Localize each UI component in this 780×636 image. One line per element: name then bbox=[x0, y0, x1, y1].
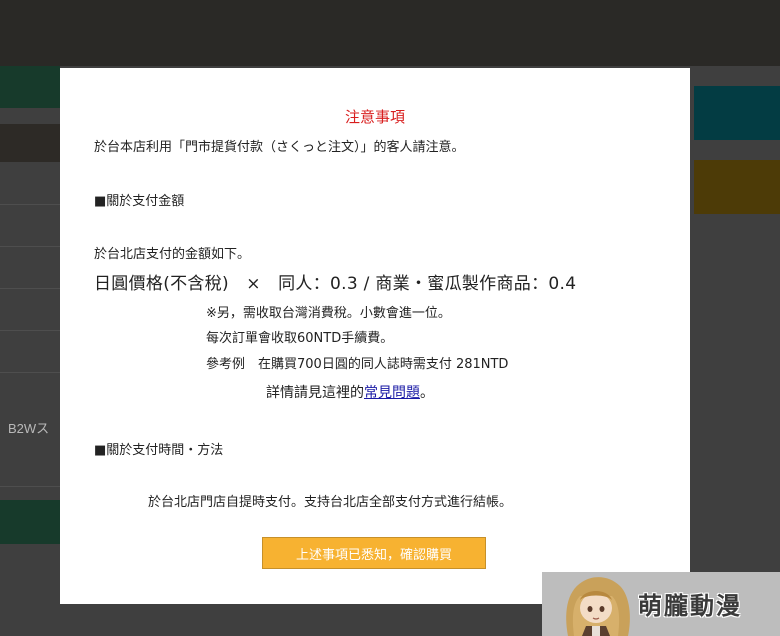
background-divider bbox=[0, 288, 60, 289]
price-formula: 日圓價格(不含稅) × 同人：0.3 / 商業・蜜瓜製作商品：0.4 bbox=[94, 274, 577, 294]
background-divider bbox=[0, 372, 60, 373]
background-divider bbox=[0, 486, 60, 487]
section-heading-payment: ■關於支付時間・方法 bbox=[94, 443, 224, 458]
details-suffix: 。 bbox=[420, 385, 434, 401]
fee-note: 每次訂單會收取60NTD手續費。 bbox=[206, 331, 394, 346]
section-heading-amount: ■關於支付金額 bbox=[94, 194, 185, 209]
confirm-purchase-button[interactable]: 上述事項已悉知，確認購買 bbox=[262, 537, 486, 569]
payment-info-text: 於台北店門店自提時支付。支持台北店全部支付方式進行結帳。 bbox=[148, 495, 513, 510]
background-dark-band bbox=[0, 124, 60, 162]
example-note: 參考例 在購買700日圓的同人誌時需支付 281NTD bbox=[206, 357, 509, 372]
watermark-text: 萌朧動漫 bbox=[638, 592, 742, 620]
watermark-logo: 萌朧動漫 bbox=[542, 572, 780, 636]
background-green-band-lower bbox=[0, 500, 60, 544]
amount-intro-text: 於台北店支付的金額如下。 bbox=[94, 247, 251, 262]
details-prefix: 詳情請見這裡的 bbox=[266, 385, 364, 401]
tax-note: ※另，需收取台灣消費稅。小數會進一位。 bbox=[206, 306, 451, 321]
background-fragment-text: B2Wス bbox=[8, 421, 50, 436]
intro-text: 於台本店利用「門市提貨付款（さくっと注文）」的客人請注意。 bbox=[94, 140, 465, 155]
notice-modal: 注意事項 於台本店利用「門市提貨付款（さくっと注文）」的客人請注意。 ■關於支付… bbox=[60, 68, 690, 604]
details-line: 詳情請見這裡的常見問題。 bbox=[266, 382, 434, 402]
background-divider bbox=[0, 330, 60, 331]
faq-link[interactable]: 常見問題 bbox=[364, 385, 420, 401]
modal-title: 注意事項 bbox=[344, 108, 405, 126]
background-teal-button bbox=[694, 86, 780, 140]
background-divider bbox=[0, 204, 60, 205]
anime-girl-icon bbox=[566, 577, 630, 636]
background-green-band bbox=[0, 66, 60, 108]
background-gold-button bbox=[694, 160, 780, 214]
background-header bbox=[0, 0, 780, 66]
background-divider bbox=[0, 246, 60, 247]
